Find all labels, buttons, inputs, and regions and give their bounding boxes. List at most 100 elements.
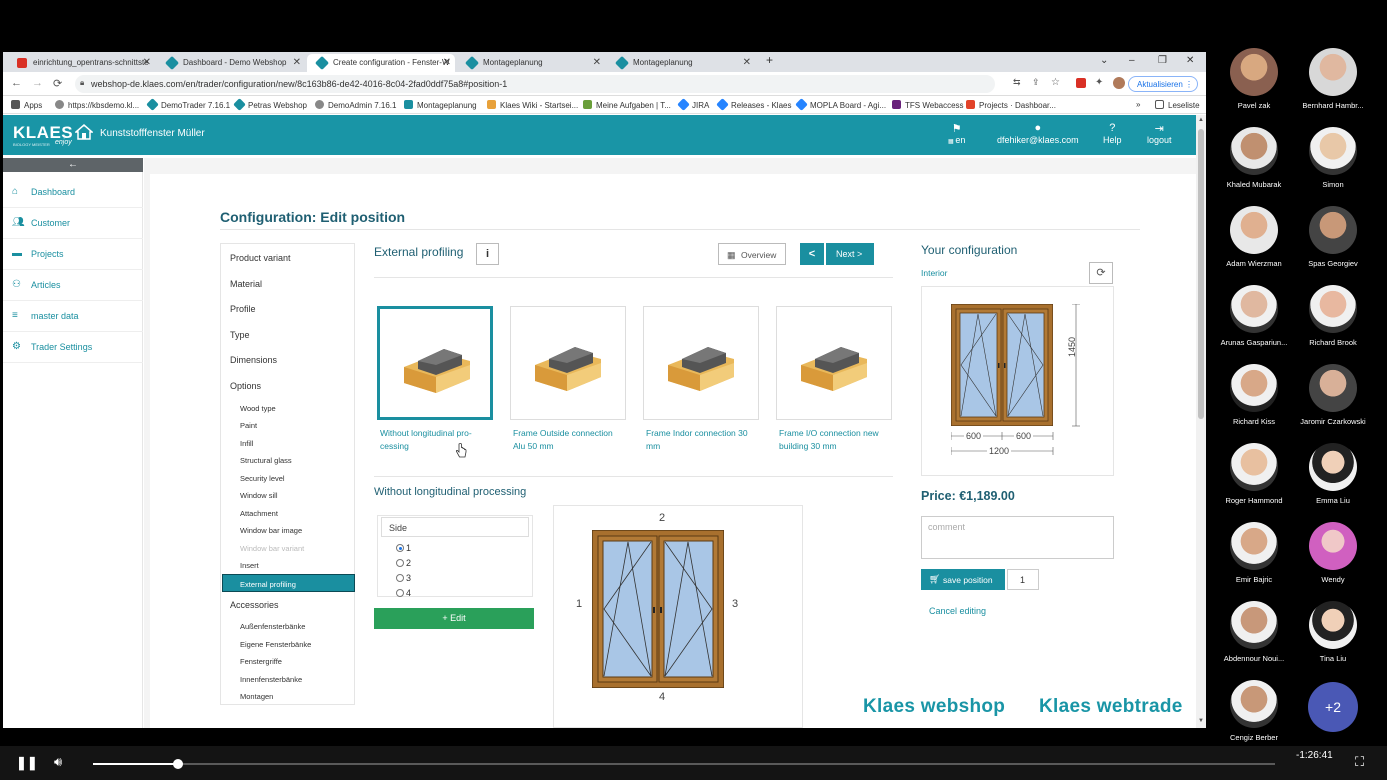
step-dimensions[interactable]: Dimensions — [230, 355, 277, 365]
option-card-selected[interactable] — [377, 306, 493, 420]
progress-handle[interactable] — [173, 759, 184, 769]
step-montagen[interactable]: Montagen — [240, 692, 273, 701]
tab-search-icon[interactable]: ⌄ — [1100, 55, 1108, 66]
close-window-icon[interactable]: ✕ — [1186, 55, 1194, 66]
bookmark-item[interactable]: Meine Aufgaben | T... — [583, 100, 671, 110]
side-radio-3[interactable]: 3 — [396, 573, 411, 583]
bookmark-item[interactable]: TFS Webaccess — [892, 100, 964, 110]
comment-field[interactable]: comment — [921, 516, 1114, 559]
step-eigene-fensterbaenke[interactable]: Eigene Fensterbänke — [240, 640, 311, 649]
bookmark-item[interactable]: Klaes Wiki - Startsei... — [487, 100, 578, 110]
bookmark-star-icon[interactable]: ☆ — [1051, 77, 1060, 88]
side-radio-2[interactable]: 2 — [396, 558, 411, 568]
pause-icon[interactable]: ❚❚ — [16, 755, 38, 771]
step-options[interactable]: Options — [230, 381, 261, 391]
step-security-level[interactable]: Security level — [240, 474, 285, 483]
side-radio-4[interactable]: 4 — [396, 588, 411, 598]
edit-button[interactable]: + Edit — [374, 608, 534, 629]
step-window-bar-image[interactable]: Window bar image — [240, 526, 302, 535]
participant-tile[interactable]: Tina Liu — [1293, 601, 1373, 663]
participant-tile[interactable]: Adam Wierzman — [1214, 206, 1294, 268]
step-product-variant[interactable]: Product variant — [230, 253, 291, 263]
option-card[interactable] — [510, 306, 626, 420]
participant-tile[interactable]: Emir Bajric — [1214, 522, 1294, 584]
step-material[interactable]: Material — [230, 279, 262, 289]
step-paint[interactable]: Paint — [240, 421, 257, 430]
step-attachment[interactable]: Attachment — [240, 509, 278, 518]
save-position-button[interactable]: 🛒︎ save position — [921, 569, 1005, 590]
cancel-editing-link[interactable]: Cancel editing — [929, 606, 986, 616]
bookmark-item[interactable]: DemoAdmin 7.16.1 — [315, 100, 396, 110]
back-icon[interactable]: ← — [11, 77, 22, 89]
step-external-profiling[interactable]: External profiling — [222, 574, 355, 592]
bookmark-item[interactable]: MOPLA Board - Agi... — [795, 98, 886, 111]
step-insert[interactable]: Insert — [240, 561, 259, 570]
participant-tile[interactable]: Jaromir Czarkowski — [1293, 364, 1373, 426]
participant-tile[interactable]: Emma Liu — [1293, 443, 1373, 505]
volume-icon[interactable]: 🔊︎ — [54, 754, 62, 770]
close-tab-icon[interactable]: ✕ — [293, 57, 301, 68]
participant-tile[interactable]: Pavel zak — [1214, 48, 1294, 110]
next-button[interactable]: Next > — [826, 243, 874, 265]
participant-tile[interactable]: Spas Georgiev — [1293, 206, 1373, 268]
user-menu[interactable]: ● dfehiker@klaes.com — [997, 122, 1079, 145]
previous-button[interactable]: < — [800, 243, 824, 265]
close-tab-icon[interactable]: ✕ — [143, 57, 151, 68]
bookmark-apps[interactable]: Apps — [11, 100, 42, 110]
participant-tile[interactable]: Richard Kiss — [1214, 364, 1294, 426]
participant-tile[interactable]: Arunas Gaspariun... — [1214, 285, 1294, 347]
language-switch[interactable]: ⚑ ▦ en — [948, 122, 965, 145]
logout-link[interactable]: ⇥ logout — [1147, 122, 1172, 145]
bookmark-item[interactable]: DemoTrader 7.16.1 — [146, 98, 230, 111]
fullscreen-icon[interactable]: ⛶ — [1355, 754, 1364, 770]
close-tab-icon[interactable]: ✕ — [593, 57, 601, 68]
bookmark-item[interactable]: Petras Webshop — [233, 98, 307, 111]
scroll-down-icon[interactable]: ▼ — [1198, 718, 1204, 724]
step-structural-glass[interactable]: Structural glass — [240, 456, 292, 465]
reload-icon[interactable]: ⟳ — [53, 77, 62, 90]
participant-tile[interactable]: Khaled Mubarak — [1214, 127, 1294, 189]
browser-tab[interactable]: einrichtung_opentrans-schnittste ✕ — [7, 54, 155, 72]
restore-icon[interactable]: ❐ — [1158, 55, 1167, 66]
step-fenstergriffe[interactable]: Fenstergriffe — [240, 657, 282, 666]
step-infill[interactable]: Infill — [240, 439, 253, 448]
sidebar-item-dashboard[interactable]: ⌂ Dashboard — [3, 177, 143, 208]
sidebar-item-articles[interactable]: ⚇ Articles — [3, 270, 143, 301]
step-window-sill[interactable]: Window sill — [240, 491, 278, 500]
info-button[interactable]: i — [476, 243, 499, 265]
step-wood-type[interactable]: Wood type — [240, 404, 276, 413]
sidebar-item-trader-settings[interactable]: ⚙ Trader Settings — [3, 332, 143, 363]
browser-tab[interactable]: Dashboard - Demo Webshop ✕ — [157, 54, 305, 72]
participant-tile[interactable]: Roger Hammond — [1214, 443, 1294, 505]
scrollbar-thumb[interactable] — [1198, 129, 1204, 419]
profile-avatar[interactable] — [1113, 77, 1125, 89]
forward-icon[interactable]: → — [32, 77, 43, 89]
participant-tile[interactable]: Richard Brook — [1293, 285, 1373, 347]
step-type[interactable]: Type — [230, 330, 250, 340]
option-label[interactable]: Without longitudinal pro-cessing — [380, 427, 496, 453]
browser-tab-active[interactable]: Create configuration - Fenster-W ✕ — [307, 54, 455, 72]
reading-list[interactable]: Leseliste — [1155, 100, 1200, 110]
bookmark-item[interactable]: Releases - Klaes — [716, 98, 791, 111]
browser-tab[interactable]: Montageplanung ✕ — [607, 54, 755, 72]
option-card[interactable] — [776, 306, 892, 420]
pdf-extension-icon[interactable] — [1076, 78, 1086, 88]
step-aussenfensterbaenke[interactable]: Außenfensterbänke — [240, 622, 305, 631]
update-button[interactable]: Aktualisieren ⋮ — [1128, 76, 1198, 92]
step-innenfensterbaenke[interactable]: Innenfensterbänke — [240, 675, 302, 684]
option-label[interactable]: Frame Indor connection 30 mm — [646, 427, 762, 453]
scroll-up-icon[interactable]: ▲ — [1198, 117, 1204, 123]
sidebar-item-master-data[interactable]: ≡ master data — [3, 301, 143, 332]
translate-icon[interactable]: ⇆ — [1013, 77, 1021, 88]
minimize-icon[interactable]: – — [1129, 55, 1135, 66]
sidebar-item-projects[interactable]: ▬ Projects — [3, 239, 143, 270]
option-label[interactable]: Frame I/O connection new building 30 mm — [779, 427, 895, 453]
participant-tile[interactable]: Bernhard Hambr... — [1293, 48, 1373, 110]
bookmark-item[interactable]: https://kbsdemo.kl... — [55, 100, 139, 110]
bookmark-item[interactable]: JIRA — [677, 98, 709, 111]
help-link[interactable]: ? Help — [1103, 122, 1122, 145]
sidebar-collapse-button[interactable]: ← — [3, 158, 143, 172]
step-profile[interactable]: Profile — [230, 304, 256, 314]
quantity-input[interactable]: 1 — [1007, 569, 1039, 590]
refresh-button[interactable]: ⟳ — [1089, 262, 1113, 284]
